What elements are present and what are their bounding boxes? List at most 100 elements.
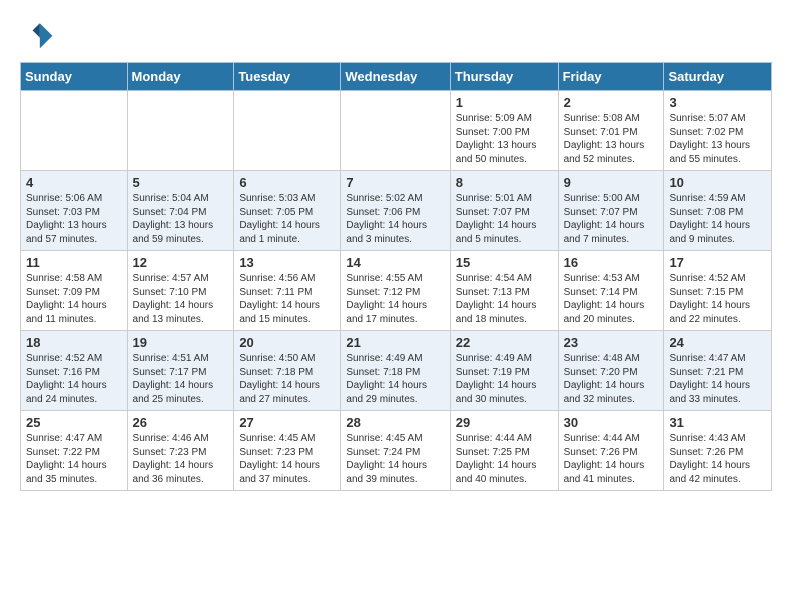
calendar-week-row: 11Sunrise: 4:58 AMSunset: 7:09 PMDayligh… — [21, 251, 772, 331]
daylight-text: Daylight: 14 hours and 25 minutes. — [133, 379, 229, 406]
sunset-text: Sunset: 7:17 PM — [133, 366, 229, 380]
calendar-week-row: 4 Sunrise: 5:06 AMSunset: 7:03 PMDaylight… — [21, 171, 772, 251]
daylight-text: Daylight: 14 hours and 30 minutes. — [456, 379, 553, 406]
daylight-text: Daylight: 14 hours and 41 minutes. — [564, 459, 659, 486]
sunrise-text: Sunrise: 5:08 AM — [564, 112, 659, 126]
sunrise-text: Sunrise: 4:56 AM — [239, 272, 335, 286]
cell-content: Sunrise: 5:06 AMSunset: 7:03 PMDaylight:… — [26, 192, 122, 246]
sunset-text: Sunset: 7:21 PM — [669, 366, 766, 380]
sunrise-text: Sunrise: 4:50 AM — [239, 352, 335, 366]
cell-content: Sunrise: 4:45 AMSunset: 7:23 PMDaylight:… — [239, 432, 335, 486]
sunrise-text: Sunrise: 4:45 AM — [239, 432, 335, 446]
sunrise-text: Sunrise: 4:58 AM — [26, 272, 122, 286]
calendar-cell: 18Sunrise: 4:52 AMSunset: 7:16 PMDayligh… — [21, 331, 128, 411]
sunset-text: Sunset: 7:20 PM — [564, 366, 659, 380]
daylight-text: Daylight: 14 hours and 7 minutes. — [564, 219, 659, 246]
sunset-text: Sunset: 7:23 PM — [239, 446, 335, 460]
sunrise-text: Sunrise: 5:02 AM — [346, 192, 444, 206]
weekday-header-thursday: Thursday — [450, 63, 558, 91]
calendar-cell: 12Sunrise: 4:57 AMSunset: 7:10 PMDayligh… — [127, 251, 234, 331]
calendar-table: SundayMondayTuesdayWednesdayThursdayFrid… — [20, 62, 772, 491]
day-number: 29 — [456, 415, 553, 430]
sunrise-text: Sunrise: 4:57 AM — [133, 272, 229, 286]
weekday-header-sunday: Sunday — [21, 63, 128, 91]
calendar-week-row: 25Sunrise: 4:47 AMSunset: 7:22 PMDayligh… — [21, 411, 772, 491]
day-number: 26 — [133, 415, 229, 430]
daylight-text: Daylight: 14 hours and 37 minutes. — [239, 459, 335, 486]
calendar-cell: 19 Sunrise: 4:51 AMSunset: 7:17 PMDayligh… — [127, 331, 234, 411]
cell-content: Sunrise: 4:49 AMSunset: 7:19 PMDaylight:… — [456, 352, 553, 406]
sunrise-text: Sunrise: 4:47 AM — [26, 432, 122, 446]
sunset-text: Sunset: 7:25 PM — [456, 446, 553, 460]
logo-icon — [20, 16, 56, 52]
calendar-week-row: 1 Sunrise: 5:09 AMSunset: 7:00 PMDaylight… — [21, 91, 772, 171]
calendar-cell: 21Sunrise: 4:49 AMSunset: 7:18 PMDayligh… — [341, 331, 450, 411]
sunset-text: Sunset: 7:14 PM — [564, 286, 659, 300]
daylight-text: Daylight: 14 hours and 13 minutes. — [133, 299, 229, 326]
cell-content: Sunrise: 4:57 AMSunset: 7:10 PMDaylight:… — [133, 272, 229, 326]
weekday-header-tuesday: Tuesday — [234, 63, 341, 91]
sunrise-text: Sunrise: 4:43 AM — [669, 432, 766, 446]
sunset-text: Sunset: 7:11 PM — [239, 286, 335, 300]
weekday-header-row: SundayMondayTuesdayWednesdayThursdayFrid… — [21, 63, 772, 91]
daylight-text: Daylight: 13 hours and 52 minutes. — [564, 139, 659, 166]
calendar-cell: 5Sunrise: 5:04 AMSunset: 7:04 PMDaylight… — [127, 171, 234, 251]
calendar-cell: 3Sunrise: 5:07 AMSunset: 7:02 PMDaylight… — [664, 91, 772, 171]
cell-content: Sunrise: 4:45 AMSunset: 7:24 PMDaylight:… — [346, 432, 444, 486]
weekday-header-wednesday: Wednesday — [341, 63, 450, 91]
calendar-cell: 16Sunrise: 4:53 AMSunset: 7:14 PMDayligh… — [558, 251, 664, 331]
sunset-text: Sunset: 7:08 PM — [669, 206, 766, 220]
cell-content: Sunrise: 5:03 AMSunset: 7:05 PMDaylight:… — [239, 192, 335, 246]
sunset-text: Sunset: 7:01 PM — [564, 126, 659, 140]
sunrise-text: Sunrise: 4:44 AM — [456, 432, 553, 446]
sunset-text: Sunset: 7:26 PM — [669, 446, 766, 460]
day-number: 19 — [133, 335, 229, 350]
daylight-text: Daylight: 14 hours and 42 minutes. — [669, 459, 766, 486]
day-number: 10 — [669, 175, 766, 190]
calendar-cell: 17Sunrise: 4:52 AMSunset: 7:15 PMDayligh… — [664, 251, 772, 331]
header — [20, 16, 772, 52]
weekday-header-monday: Monday — [127, 63, 234, 91]
calendar-cell — [21, 91, 128, 171]
sunrise-text: Sunrise: 4:53 AM — [564, 272, 659, 286]
daylight-text: Daylight: 14 hours and 15 minutes. — [239, 299, 335, 326]
day-number: 3 — [669, 95, 766, 110]
day-number: 4 — [26, 175, 122, 190]
calendar-cell: 13Sunrise: 4:56 AMSunset: 7:11 PMDayligh… — [234, 251, 341, 331]
sunrise-text: Sunrise: 4:59 AM — [669, 192, 766, 206]
calendar-cell: 14Sunrise: 4:55 AMSunset: 7:12 PMDayligh… — [341, 251, 450, 331]
sunrise-text: Sunrise: 4:48 AM — [564, 352, 659, 366]
cell-content: Sunrise: 4:51 AMSunset: 7:17 PMDaylight:… — [133, 352, 229, 406]
sunset-text: Sunset: 7:07 PM — [564, 206, 659, 220]
sunset-text: Sunset: 7:05 PM — [239, 206, 335, 220]
day-number: 2 — [564, 95, 659, 110]
cell-content: Sunrise: 4:54 AMSunset: 7:13 PMDaylight:… — [456, 272, 553, 326]
day-number: 1 — [456, 95, 553, 110]
cell-content: Sunrise: 4:52 AMSunset: 7:16 PMDaylight:… — [26, 352, 122, 406]
day-number: 23 — [564, 335, 659, 350]
daylight-text: Daylight: 14 hours and 39 minutes. — [346, 459, 444, 486]
daylight-text: Daylight: 14 hours and 22 minutes. — [669, 299, 766, 326]
daylight-text: Daylight: 14 hours and 33 minutes. — [669, 379, 766, 406]
cell-content: Sunrise: 5:09 AMSunset: 7:00 PMDaylight:… — [456, 112, 553, 166]
daylight-text: Daylight: 14 hours and 36 minutes. — [133, 459, 229, 486]
cell-content: Sunrise: 4:49 AMSunset: 7:18 PMDaylight:… — [346, 352, 444, 406]
sunrise-text: Sunrise: 5:03 AM — [239, 192, 335, 206]
sunset-text: Sunset: 7:19 PM — [456, 366, 553, 380]
calendar-cell: 26 Sunrise: 4:46 AMSunset: 7:23 PMDayligh… — [127, 411, 234, 491]
sunset-text: Sunset: 7:07 PM — [456, 206, 553, 220]
daylight-text: Daylight: 14 hours and 9 minutes. — [669, 219, 766, 246]
sunrise-text: Sunrise: 5:09 AM — [456, 112, 553, 126]
daylight-text: Daylight: 13 hours and 50 minutes. — [456, 139, 553, 166]
calendar-cell: 15Sunrise: 4:54 AMSunset: 7:13 PMDayligh… — [450, 251, 558, 331]
calendar-week-row: 18Sunrise: 4:52 AMSunset: 7:16 PMDayligh… — [21, 331, 772, 411]
cell-content: Sunrise: 4:55 AMSunset: 7:12 PMDaylight:… — [346, 272, 444, 326]
weekday-header-friday: Friday — [558, 63, 664, 91]
sunset-text: Sunset: 7:06 PM — [346, 206, 444, 220]
daylight-text: Daylight: 14 hours and 35 minutes. — [26, 459, 122, 486]
sunset-text: Sunset: 7:02 PM — [669, 126, 766, 140]
cell-content: Sunrise: 4:46 AMSunset: 7:23 PMDaylight:… — [133, 432, 229, 486]
daylight-text: Daylight: 13 hours and 55 minutes. — [669, 139, 766, 166]
day-number: 5 — [133, 175, 229, 190]
daylight-text: Daylight: 14 hours and 29 minutes. — [346, 379, 444, 406]
